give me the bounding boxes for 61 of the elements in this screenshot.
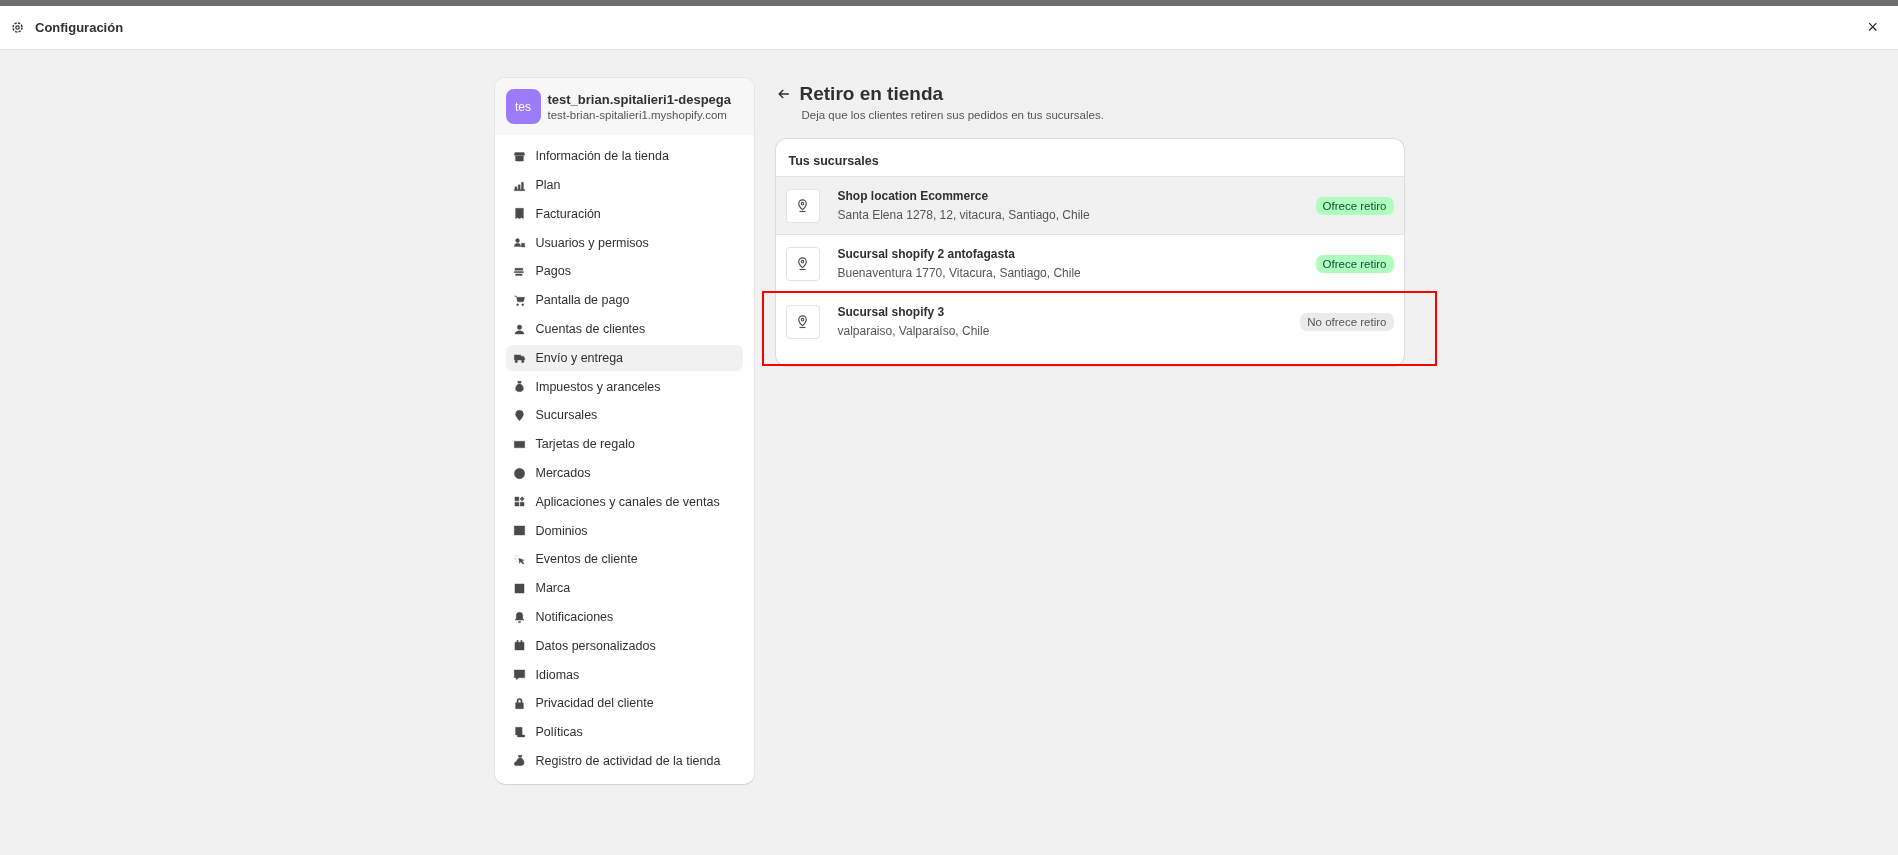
sidebar-item[interactable]: Sucursales: [505, 402, 743, 429]
sidebar-item[interactable]: Políticas: [505, 718, 743, 746]
settings-icon: [10, 20, 25, 35]
cursor-icon: [512, 552, 526, 566]
users-icon: [512, 236, 526, 250]
sidebar-item[interactable]: Facturación: [505, 200, 743, 228]
person-icon: [512, 322, 526, 336]
sidebar-item[interactable]: Privacidad del cliente: [505, 690, 743, 717]
receipt-icon: [512, 207, 526, 221]
sidebar-item[interactable]: Pagos: [505, 258, 743, 285]
sidebar-item[interactable]: Datos personalizados: [505, 632, 743, 660]
cart-icon: [512, 293, 526, 307]
sidebar-item[interactable]: Idiomas: [505, 661, 743, 688]
location-address: Buenaventura 1770, Vitacura, Santiago, Chile: [837, 266, 1082, 280]
sidebar-item[interactable]: Impuestos y aranceles: [505, 373, 743, 400]
lock-icon: [512, 696, 526, 710]
pin-icon: [795, 256, 810, 271]
pickup-status: Ofrece retiro: [1315, 196, 1394, 215]
sidebar-item[interactable]: Dominios: [505, 517, 743, 544]
sidebar-item[interactable]: Aplicaciones y canales de ventas: [505, 488, 743, 516]
calendar-icon: [512, 639, 526, 653]
store-name: test_brian.spitalieri1-despega: [547, 92, 731, 107]
pin-icon: [795, 314, 810, 329]
store-domain: test-brian-spitalieri1.myshopify.com: [547, 109, 728, 121]
sidebar-item[interactable]: Cuentas de clientes: [505, 315, 743, 343]
location-name: Sucursal shopify 2 antofagasta: [837, 247, 1016, 261]
location-address: valparaiso, Valparaíso, Chile: [837, 324, 991, 338]
page-title: Retiro en tienda: [799, 83, 944, 105]
location-row[interactable]: Sucursal shopify 2 antofagasta Buenaventura 1770, Vitacura, Santiago, Chile Ofrece retiro: [775, 234, 1404, 292]
sidebar-item[interactable]: Mercados: [505, 459, 743, 487]
pickup-status: No ofrece retiro: [1300, 312, 1394, 331]
sidebar-item[interactable]: Información de la tienda: [505, 143, 743, 170]
pin-icon: [795, 198, 810, 213]
location-row[interactable]: Sucursal shopify 3 valparaiso, Valparaíso, Chile No ofrece retiro: [775, 292, 1404, 350]
card-heading: Tus sucursales: [787, 153, 880, 170]
sidebar-item[interactable]: Usuarios y permisos: [505, 229, 743, 256]
sidebar-item[interactable]: Registro de actividad de la tienda: [505, 747, 743, 775]
truck-icon: [512, 351, 526, 365]
page-subtitle: Deja que los clientes retiren sus pedidos en tus sucursales.: [801, 109, 1105, 121]
translate-icon: [512, 668, 526, 682]
store-icon: [512, 149, 526, 163]
close-button[interactable]: ×: [1863, 17, 1882, 38]
pin-icon: [512, 408, 526, 422]
sidebar-item[interactable]: Eventos de cliente: [505, 546, 743, 573]
sidebar-item[interactable]: Notificaciones: [505, 603, 743, 631]
sidebar-item[interactable]: Tarjetas de regalo: [505, 430, 743, 458]
sidebar-item[interactable]: Plan: [505, 171, 743, 199]
document-icon: [512, 725, 526, 739]
sidebar-item[interactable]: Envío y entrega: [505, 344, 743, 372]
location-row[interactable]: Shop location Ecommerce Santa Elena 1278, 12, vitacura, Santiago, Chile Ofrece retiro: [775, 176, 1404, 234]
bag-icon: [512, 380, 526, 394]
location-address: Santa Elena 1278, 12, vitacura, Santiago, Chile: [837, 208, 1091, 222]
bell-icon: [512, 610, 526, 624]
sidebar-item[interactable]: Pantalla de pago: [505, 287, 743, 314]
location-name: Shop location Ecommerce: [837, 189, 990, 203]
sidebar-item[interactable]: Marca: [505, 574, 743, 602]
window-title: Configuración: [35, 20, 124, 35]
pickup-status: Ofrece retiro: [1315, 254, 1394, 273]
apps-icon: [512, 495, 526, 509]
store-avatar: tes: [505, 89, 541, 124]
location-name: Sucursal shopify 3: [837, 305, 946, 319]
